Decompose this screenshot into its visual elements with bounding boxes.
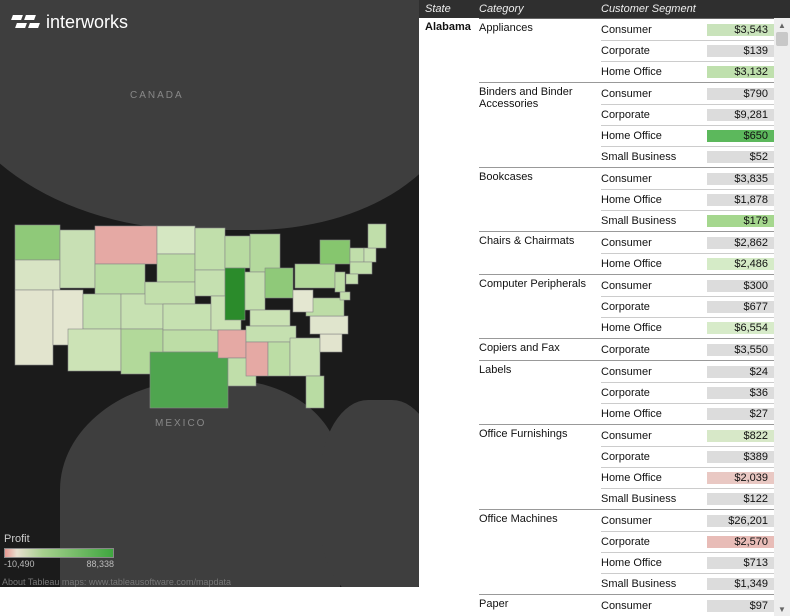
map-attribution: About Tableau maps: www.tableausoftware.…	[2, 577, 231, 587]
scroll-thumb[interactable]	[776, 32, 788, 46]
value-cell[interactable]: $52	[707, 151, 774, 163]
segment-cell[interactable]: Small Business	[601, 578, 707, 590]
value-cell[interactable]: $36	[707, 387, 774, 399]
label-mexico: MEXICO	[155, 418, 206, 429]
value-cell[interactable]: $713	[707, 557, 774, 569]
category-cell[interactable]: Paper	[479, 595, 601, 616]
segment-cell[interactable]: Small Business	[601, 215, 707, 227]
value-cell[interactable]: $1,878	[707, 194, 774, 206]
scrollbar[interactable]: ▲ ▼	[774, 18, 790, 616]
header-state[interactable]: State	[419, 3, 479, 15]
legend-max: 88,338	[86, 559, 114, 569]
segment-cell[interactable]: Small Business	[601, 151, 707, 163]
logo: interworks	[12, 12, 128, 33]
value-cell[interactable]: $9,281	[707, 109, 774, 121]
landmass-sa	[320, 400, 419, 587]
segment-cell[interactable]: Consumer	[601, 280, 707, 292]
value-cell[interactable]: $3,543	[707, 24, 774, 36]
value-cell[interactable]: $1,349	[707, 578, 774, 590]
category-cell[interactable]: Appliances	[479, 19, 601, 82]
segment-cell[interactable]: Consumer	[601, 24, 707, 36]
legend: Profit -10,490 88,338	[4, 533, 114, 569]
legend-title: Profit	[4, 533, 114, 545]
landmass-north	[0, 0, 419, 230]
segment-cell[interactable]: Home Office	[601, 322, 707, 334]
segment-cell[interactable]: Home Office	[601, 194, 707, 206]
segment-cell[interactable]: Consumer	[601, 88, 707, 100]
segment-cell[interactable]: Home Office	[601, 66, 707, 78]
value-cell[interactable]: $2,039	[707, 472, 774, 484]
segment-cell[interactable]: Corporate	[601, 109, 707, 121]
label-canada: CANADA	[130, 90, 184, 101]
category-cell[interactable]: Binders and Binder Accessories	[479, 83, 601, 167]
value-cell[interactable]: $3,132	[707, 66, 774, 78]
segment-cell[interactable]: Home Office	[601, 472, 707, 484]
value-cell[interactable]: $27	[707, 408, 774, 420]
state-cell[interactable]: Alabama	[419, 18, 479, 616]
value-cell[interactable]: $790	[707, 88, 774, 100]
category-cell[interactable]: Copiers and Fax	[479, 339, 601, 360]
category-cell[interactable]: Office Machines	[479, 510, 601, 594]
segment-cell[interactable]: Corporate	[601, 301, 707, 313]
value-cell[interactable]: $97	[707, 600, 774, 612]
value-cell[interactable]: $2,862	[707, 237, 774, 249]
category-cell[interactable]: Chairs & Chairmats	[479, 232, 601, 274]
header-value	[707, 3, 774, 15]
value-cell[interactable]: $650	[707, 130, 774, 142]
value-cell[interactable]: $2,486	[707, 258, 774, 270]
value-cell[interactable]: $389	[707, 451, 774, 463]
segment-cell[interactable]: Home Office	[601, 557, 707, 569]
segment-cell[interactable]: Consumer	[601, 237, 707, 249]
value-cell[interactable]: $822	[707, 430, 774, 442]
legend-gradient	[4, 548, 114, 558]
segment-cell[interactable]: Home Office	[601, 408, 707, 420]
logo-text: interworks	[46, 12, 128, 33]
category-cell[interactable]: Office Furnishings	[479, 425, 601, 509]
segment-cell[interactable]: Consumer	[601, 600, 707, 612]
segment-cell[interactable]: Consumer	[601, 515, 707, 527]
scroll-down-button[interactable]: ▼	[774, 602, 790, 616]
map-panel: interworks CANADA MEXICO	[0, 0, 419, 587]
segment-cell[interactable]: Corporate	[601, 45, 707, 57]
logo-icon	[12, 15, 40, 31]
segment-cell[interactable]: Corporate	[601, 387, 707, 399]
header-category[interactable]: Category	[479, 3, 601, 15]
segment-cell[interactable]: Home Office	[601, 258, 707, 270]
value-cell[interactable]: $24	[707, 366, 774, 378]
value-cell[interactable]: $2,570	[707, 536, 774, 548]
scroll-track[interactable]	[774, 32, 790, 602]
legend-min: -10,490	[4, 559, 35, 569]
table-panel: State Category Customer Segment AlabamaA…	[419, 0, 790, 587]
table-body: AlabamaAppliancesConsumer$3,543Corporate…	[419, 18, 774, 616]
category-cell[interactable]: Bookcases	[479, 168, 601, 231]
header-segment[interactable]: Customer Segment	[601, 3, 707, 15]
value-cell[interactable]: $677	[707, 301, 774, 313]
segment-cell[interactable]: Home Office	[601, 130, 707, 142]
segment-cell[interactable]: Corporate	[601, 451, 707, 463]
category-cell[interactable]: Computer Peripherals	[479, 275, 601, 338]
value-cell[interactable]: $139	[707, 45, 774, 57]
value-cell[interactable]: $300	[707, 280, 774, 292]
segment-cell[interactable]: Corporate	[601, 536, 707, 548]
segment-cell[interactable]: Consumer	[601, 430, 707, 442]
scroll-up-button[interactable]: ▲	[774, 18, 790, 32]
value-cell[interactable]: $122	[707, 493, 774, 505]
value-cell[interactable]: $3,835	[707, 173, 774, 185]
segment-cell[interactable]: Consumer	[601, 173, 707, 185]
segment-cell[interactable]: Small Business	[601, 493, 707, 505]
category-cell[interactable]: Labels	[479, 361, 601, 424]
value-cell[interactable]: $26,201	[707, 515, 774, 527]
value-cell[interactable]: $3,550	[707, 344, 774, 356]
value-cell[interactable]: $6,554	[707, 322, 774, 334]
us-choropleth[interactable]	[10, 210, 410, 410]
segment-cell[interactable]: Corporate	[601, 344, 707, 356]
value-cell[interactable]: $179	[707, 215, 774, 227]
segment-cell[interactable]: Consumer	[601, 366, 707, 378]
